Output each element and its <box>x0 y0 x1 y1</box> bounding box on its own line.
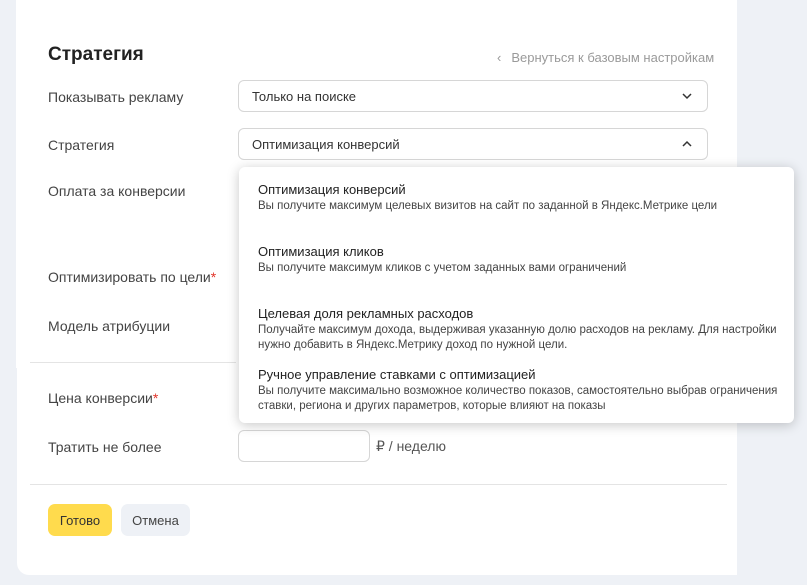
show-ads-label: Показывать рекламу <box>48 89 184 105</box>
option-description: Вы получите максимум кликов с учетом зад… <box>258 262 627 274</box>
optimize-goal-label: Оптимизировать по цели* <box>48 269 216 285</box>
show-ads-select[interactable]: Только на поиске <box>238 80 708 112</box>
required-mark: * <box>152 390 159 406</box>
optimize-goal-text: Оптимизировать по цели <box>48 269 211 285</box>
strategy-option[interactable]: Оптимизация кликов Вы получите максимум … <box>258 244 784 276</box>
option-description: Вы получите максимально возможное количе… <box>258 385 778 412</box>
spend-limit-unit: ₽ / неделю <box>376 438 446 454</box>
cancel-button[interactable]: Отмена <box>121 504 190 536</box>
conversion-price-text: Цена конверсии <box>48 390 153 406</box>
done-button[interactable]: Готово <box>48 504 112 536</box>
strategy-value: Оптимизация конверсий <box>252 137 400 152</box>
page-title: Стратегия <box>48 44 144 65</box>
spend-limit-label: Тратить не более <box>48 439 162 455</box>
chevron-down-icon <box>682 93 692 100</box>
required-mark: * <box>210 269 217 285</box>
strategy-select[interactable]: Оптимизация конверсий <box>238 128 708 160</box>
back-to-basic-settings-link[interactable]: ‹ Вернуться к базовым настройкам <box>497 50 714 65</box>
strategy-label: Стратегия <box>48 137 115 153</box>
section-divider <box>30 362 236 363</box>
strategy-dropdown-menu: Оптимизация конверсий Вы получите максим… <box>239 167 794 423</box>
page-background-bottom <box>0 575 807 585</box>
option-title: Ручное управление ставками с оптимизацие… <box>258 367 536 382</box>
back-link-label: Вернуться к базовым настройкам <box>511 50 715 65</box>
attribution-label: Модель атрибуции <box>48 318 171 334</box>
strategy-option[interactable]: Оптимизация конверсий Вы получите максим… <box>258 182 784 214</box>
footer-divider <box>30 484 727 485</box>
chevron-up-icon <box>682 140 692 147</box>
option-description: Вы получите максимум целевых визитов на … <box>258 200 718 212</box>
option-title: Оптимизация кликов <box>258 244 384 259</box>
show-ads-value: Только на поиске <box>252 89 357 104</box>
strategy-option[interactable]: Ручное управление ставками с оптимизацие… <box>258 367 784 414</box>
option-title: Оптимизация конверсий <box>258 182 406 197</box>
conversion-price-label: Цена конверсии* <box>48 390 158 406</box>
chevron-left-icon: ‹ <box>497 50 502 65</box>
pay-per-conversion-label: Оплата за конверсии <box>48 183 186 199</box>
strategy-option[interactable]: Целевая доля рекламных расходов Получайт… <box>258 306 784 353</box>
option-description: Получайте максимум дохода, выдерживая ук… <box>258 324 777 351</box>
option-title: Целевая доля рекламных расходов <box>258 306 474 321</box>
spend-limit-input[interactable] <box>238 430 370 462</box>
